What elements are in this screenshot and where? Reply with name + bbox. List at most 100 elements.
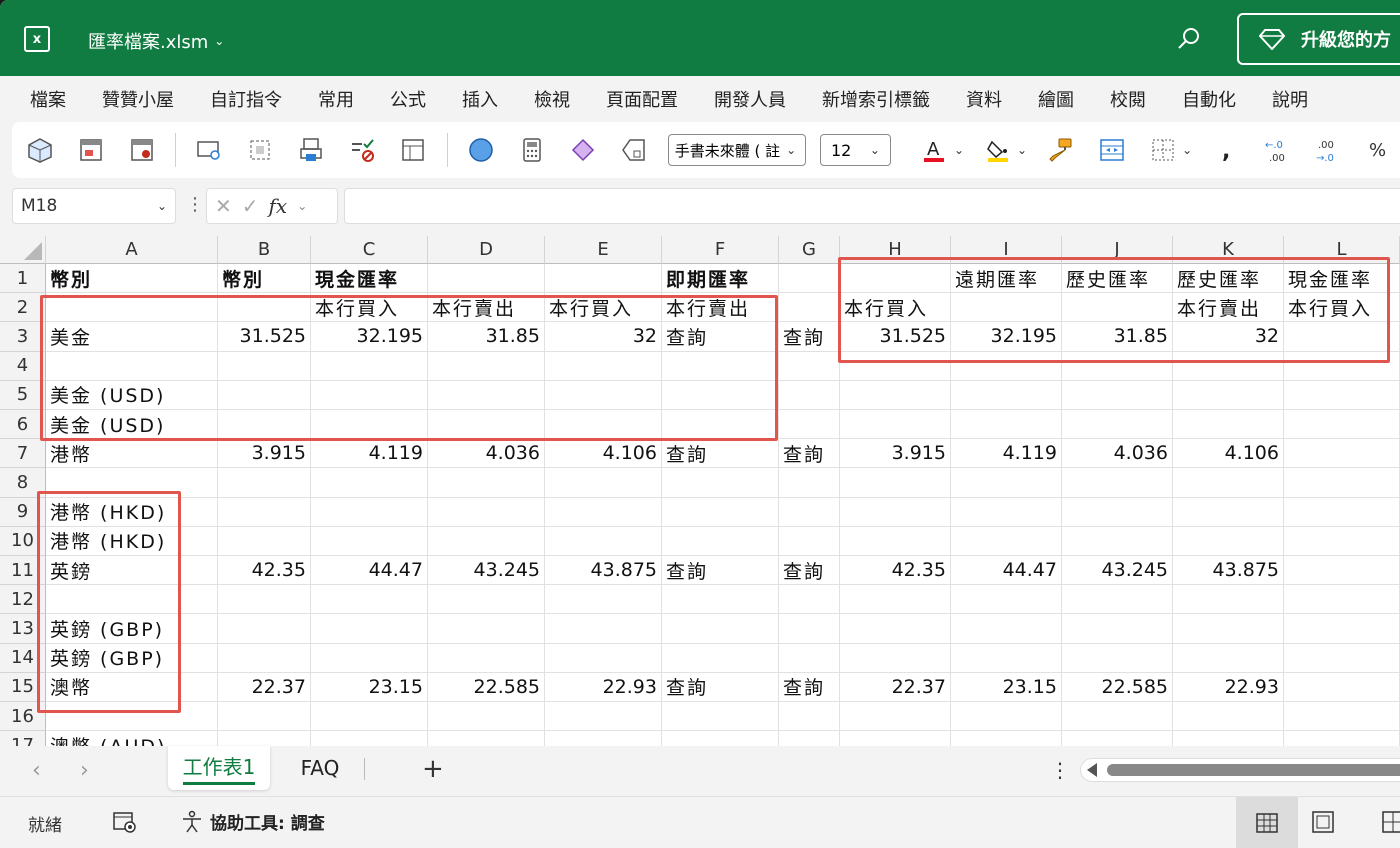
cell-c11[interactable]: 44.47: [311, 556, 428, 586]
cell-l10[interactable]: [1284, 526, 1400, 556]
record-macro-icon[interactable]: [124, 130, 159, 170]
cell-k10[interactable]: [1173, 526, 1284, 556]
cell-f8[interactable]: [662, 468, 779, 498]
cell-i12[interactable]: [951, 585, 1062, 615]
cell-l5[interactable]: [1284, 380, 1400, 410]
cell-d13[interactable]: [428, 614, 545, 644]
cell-h11[interactable]: 42.35: [840, 556, 951, 586]
cell-e14[interactable]: [545, 643, 662, 673]
upgrade-button[interactable]: 升級您的方: [1237, 13, 1400, 65]
cell-h15[interactable]: 22.37: [840, 672, 951, 702]
cell-g10[interactable]: [779, 526, 840, 556]
cell-d17[interactable]: [428, 731, 545, 746]
cell-j14[interactable]: [1062, 643, 1173, 673]
cell-j12[interactable]: [1062, 585, 1173, 615]
cell-g2[interactable]: [779, 293, 840, 323]
cell-e16[interactable]: [545, 702, 662, 732]
menu-item-file[interactable]: 檔案: [30, 86, 66, 112]
cell-k8[interactable]: [1173, 468, 1284, 498]
eraser-icon[interactable]: [566, 130, 601, 170]
font-size-select[interactable]: 12 ⌄: [819, 134, 891, 166]
cell-h16[interactable]: [840, 702, 951, 732]
menu-item-review[interactable]: 校閱: [1110, 86, 1146, 112]
more-options-icon[interactable]: ⋮: [1050, 758, 1070, 782]
percent-icon[interactable]: %: [1361, 130, 1396, 170]
cell-i6[interactable]: [951, 410, 1062, 440]
insert-function-button[interactable]: fx: [269, 194, 288, 218]
select-all-corner[interactable]: [0, 236, 46, 264]
cell-d14[interactable]: [428, 643, 545, 673]
cell-l17[interactable]: [1284, 731, 1400, 746]
cell-f15[interactable]: 查詢: [662, 672, 779, 702]
cell-b13[interactable]: [218, 614, 311, 644]
column-header-f[interactable]: F: [662, 236, 779, 264]
chevron-left-icon[interactable]: ‹: [32, 758, 41, 783]
sheet-tab-active[interactable]: 工作表1: [168, 746, 270, 790]
page-break-icon[interactable]: [1380, 809, 1400, 835]
cell-k17[interactable]: [1173, 731, 1284, 746]
cell-l9[interactable]: [1284, 497, 1400, 527]
confirm-icon[interactable]: ✓: [242, 194, 259, 218]
cell-j7[interactable]: 4.036: [1062, 439, 1173, 469]
cell-f17[interactable]: [662, 731, 779, 746]
cell-k7[interactable]: 4.106: [1173, 439, 1284, 469]
cell-c12[interactable]: [311, 585, 428, 615]
cell-k12[interactable]: [1173, 585, 1284, 615]
cell-i11[interactable]: 44.47: [951, 556, 1062, 586]
select-objects-icon[interactable]: [243, 130, 278, 170]
cell-l8[interactable]: [1284, 468, 1400, 498]
print-preview-icon[interactable]: [294, 130, 329, 170]
cell-h12[interactable]: [840, 585, 951, 615]
cell-c9[interactable]: [311, 497, 428, 527]
cell-l6[interactable]: [1284, 410, 1400, 440]
scroll-left-icon[interactable]: [1087, 763, 1097, 777]
cell-g11[interactable]: 查詢: [779, 556, 840, 586]
row-header-17[interactable]: 17: [0, 731, 46, 746]
cell-j8[interactable]: [1062, 468, 1173, 498]
cell-f10[interactable]: [662, 526, 779, 556]
cell-b9[interactable]: [218, 497, 311, 527]
comma-style-icon[interactable]: ,: [1208, 130, 1243, 170]
cell-e1[interactable]: [545, 264, 662, 294]
cell-j16[interactable]: [1062, 702, 1173, 732]
chevron-right-icon[interactable]: ›: [80, 758, 89, 783]
cell-h5[interactable]: [840, 380, 951, 410]
cell-g9[interactable]: [779, 497, 840, 527]
cell-g17[interactable]: [779, 731, 840, 746]
tag-eraser-icon[interactable]: [617, 130, 652, 170]
column-header-e[interactable]: E: [545, 236, 662, 264]
add-sheet-button[interactable]: +: [422, 754, 444, 784]
cell-h8[interactable]: [840, 468, 951, 498]
cell-e8[interactable]: [545, 468, 662, 498]
cell-g13[interactable]: [779, 614, 840, 644]
clear-validation-icon[interactable]: [345, 130, 380, 170]
row-header-7[interactable]: 7: [0, 439, 46, 469]
font-name-select[interactable]: 手書未來體 ( 註 ⌄: [667, 134, 806, 166]
column-header-b[interactable]: B: [218, 236, 311, 264]
sheet-tab-faq[interactable]: FAQ: [282, 746, 358, 790]
cell-j9[interactable]: [1062, 497, 1173, 527]
table-tool-icon[interactable]: [396, 130, 431, 170]
cell-j13[interactable]: [1062, 614, 1173, 644]
cell-b12[interactable]: [218, 585, 311, 615]
cell-g12[interactable]: [779, 585, 840, 615]
cell-f7[interactable]: 查詢: [662, 439, 779, 469]
circle-shape-icon[interactable]: [464, 130, 499, 170]
more-options-icon[interactable]: ⋮: [186, 194, 204, 215]
formula-input[interactable]: [344, 188, 1400, 224]
menu-item-zanzan[interactable]: 贊贊小屋: [102, 86, 174, 112]
cell-g4[interactable]: [779, 351, 840, 381]
cell-c14[interactable]: [311, 643, 428, 673]
cell-j11[interactable]: 43.245: [1062, 556, 1173, 586]
cell-h13[interactable]: [840, 614, 951, 644]
column-header-g[interactable]: G: [779, 236, 840, 264]
cell-c10[interactable]: [311, 526, 428, 556]
menu-item-formulas[interactable]: 公式: [390, 86, 426, 112]
cell-d9[interactable]: [428, 497, 545, 527]
cell-d8[interactable]: [428, 468, 545, 498]
cell-h7[interactable]: 3.915: [840, 439, 951, 469]
cell-g7[interactable]: 查詢: [779, 439, 840, 469]
cell-b16[interactable]: [218, 702, 311, 732]
menu-item-automate[interactable]: 自動化: [1182, 86, 1236, 112]
cell-f1[interactable]: 即期匯率: [662, 264, 779, 294]
